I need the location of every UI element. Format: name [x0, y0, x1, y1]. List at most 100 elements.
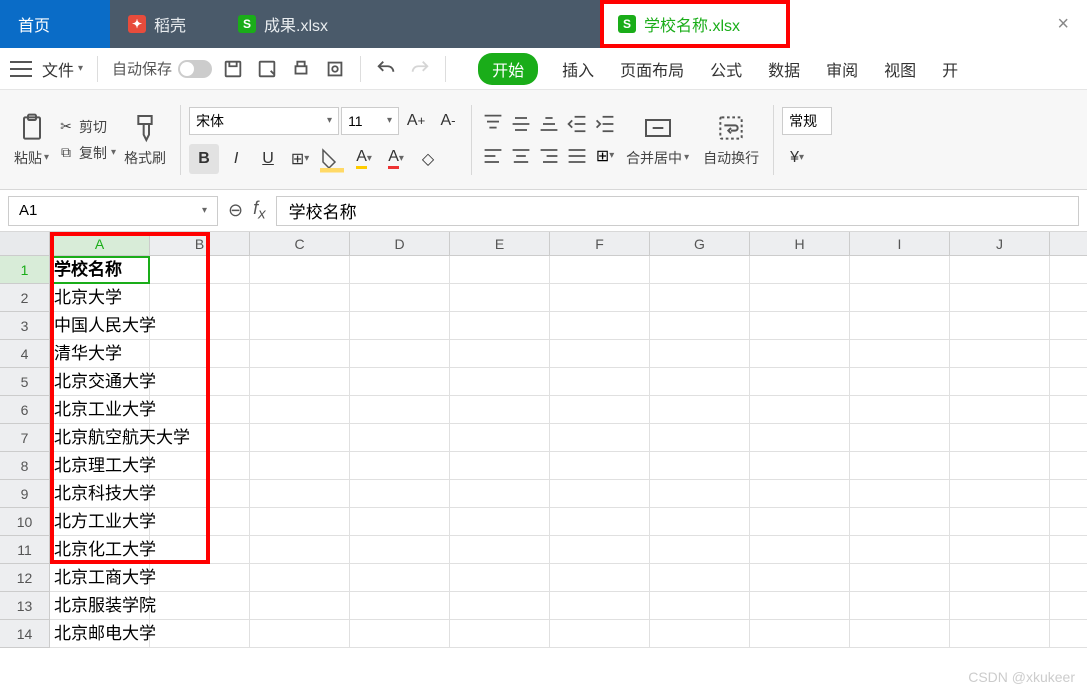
cell-D12[interactable]: [350, 564, 450, 591]
cell-E4[interactable]: [450, 340, 550, 367]
cell-F13[interactable]: [550, 592, 650, 619]
hamburger-icon[interactable]: [10, 61, 32, 77]
cells-area[interactable]: 学校名称北京大学中国人民大学清华大学北京交通大学北京工业大学北京航空航天大学北京…: [50, 256, 1087, 648]
cell-F4[interactable]: [550, 340, 650, 367]
cell-J8[interactable]: [950, 452, 1050, 479]
cell-H3[interactable]: [750, 312, 850, 339]
cell-I2[interactable]: [850, 284, 950, 311]
row-header-3[interactable]: 3: [0, 312, 49, 340]
cell-I10[interactable]: [850, 508, 950, 535]
row-header-13[interactable]: 13: [0, 592, 49, 620]
paste-group[interactable]: 粘贴▾: [8, 112, 55, 168]
cell-G13[interactable]: [650, 592, 750, 619]
increase-font-button[interactable]: A+: [401, 106, 431, 136]
cell-D3[interactable]: [350, 312, 450, 339]
formula-input[interactable]: 学校名称: [276, 196, 1079, 226]
cell-C12[interactable]: [250, 564, 350, 591]
row-header-2[interactable]: 2: [0, 284, 49, 312]
cell-B10[interactable]: [150, 508, 250, 535]
cell-C2[interactable]: [250, 284, 350, 311]
cell-E7[interactable]: [450, 424, 550, 451]
cell-H2[interactable]: [750, 284, 850, 311]
cell-E10[interactable]: [450, 508, 550, 535]
cell-I5[interactable]: [850, 368, 950, 395]
cell-G2[interactable]: [650, 284, 750, 311]
ribbon-tab-formula[interactable]: 公式: [708, 53, 744, 85]
cell-A1[interactable]: 学校名称: [50, 256, 150, 283]
cell-D5[interactable]: [350, 368, 450, 395]
cell-J9[interactable]: [950, 480, 1050, 507]
number-format-select[interactable]: 常规: [782, 107, 832, 135]
cell-B9[interactable]: [150, 480, 250, 507]
cell-F12[interactable]: [550, 564, 650, 591]
cell-J6[interactable]: [950, 396, 1050, 423]
decrease-indent-button[interactable]: [564, 112, 590, 136]
format-painter-button[interactable]: 格式刷: [118, 112, 172, 168]
cell-F11[interactable]: [550, 536, 650, 563]
cell-G3[interactable]: [650, 312, 750, 339]
column-header-G[interactable]: G: [650, 232, 750, 255]
cell-F5[interactable]: [550, 368, 650, 395]
align-bottom-button[interactable]: [536, 112, 562, 136]
row-header-9[interactable]: 9: [0, 480, 49, 508]
cell-E5[interactable]: [450, 368, 550, 395]
cell-F7[interactable]: [550, 424, 650, 451]
cell-H9[interactable]: [750, 480, 850, 507]
column-header-F[interactable]: F: [550, 232, 650, 255]
cell-A11[interactable]: 北京化工大学: [50, 536, 150, 563]
cell-H12[interactable]: [750, 564, 850, 591]
ribbon-tab-view[interactable]: 视图: [882, 53, 918, 85]
cell-C13[interactable]: [250, 592, 350, 619]
cell-J14[interactable]: [950, 620, 1050, 647]
cell-G14[interactable]: [650, 620, 750, 647]
cell-H8[interactable]: [750, 452, 850, 479]
cell-B6[interactable]: [150, 396, 250, 423]
cell-J2[interactable]: [950, 284, 1050, 311]
cell-H13[interactable]: [750, 592, 850, 619]
cell-E3[interactable]: [450, 312, 550, 339]
cell-H7[interactable]: [750, 424, 850, 451]
italic-button[interactable]: I: [221, 144, 251, 174]
cell-F10[interactable]: [550, 508, 650, 535]
increase-indent-button[interactable]: [592, 112, 618, 136]
cell-B3[interactable]: [150, 312, 250, 339]
cell-I6[interactable]: [850, 396, 950, 423]
cell-A12[interactable]: 北京工商大学: [50, 564, 150, 591]
tab-file2[interactable]: S 学校名称.xlsx: [600, 0, 790, 48]
align-middle-button[interactable]: [508, 112, 534, 136]
cell-E11[interactable]: [450, 536, 550, 563]
cell-D2[interactable]: [350, 284, 450, 311]
row-header-4[interactable]: 4: [0, 340, 49, 368]
cell-G6[interactable]: [650, 396, 750, 423]
fx-icon[interactable]: fx: [253, 198, 266, 223]
font-color-button[interactable]: A▾: [381, 144, 411, 174]
cell-G8[interactable]: [650, 452, 750, 479]
cell-D13[interactable]: [350, 592, 450, 619]
bold-button[interactable]: B: [189, 144, 219, 174]
row-header-7[interactable]: 7: [0, 424, 49, 452]
cell-A4[interactable]: 清华大学: [50, 340, 150, 367]
decrease-font-button[interactable]: A-: [433, 106, 463, 136]
highlight-button[interactable]: A▾: [349, 144, 379, 174]
cell-J1[interactable]: [950, 256, 1050, 283]
cell-G9[interactable]: [650, 480, 750, 507]
cell-J7[interactable]: [950, 424, 1050, 451]
cell-D1[interactable]: [350, 256, 450, 283]
cell-F1[interactable]: [550, 256, 650, 283]
cell-G4[interactable]: [650, 340, 750, 367]
column-header-B[interactable]: B: [150, 232, 250, 255]
cell-F3[interactable]: [550, 312, 650, 339]
cell-B14[interactable]: [150, 620, 250, 647]
cell-I11[interactable]: [850, 536, 950, 563]
row-header-12[interactable]: 12: [0, 564, 49, 592]
cell-G11[interactable]: [650, 536, 750, 563]
cell-G12[interactable]: [650, 564, 750, 591]
cell-I7[interactable]: [850, 424, 950, 451]
font-size-select[interactable]: 11▾: [341, 107, 399, 135]
wrap-text-button[interactable]: 自动换行: [697, 112, 765, 168]
cell-H6[interactable]: [750, 396, 850, 423]
tab-file1[interactable]: S 成果.xlsx: [220, 0, 410, 48]
cell-B12[interactable]: [150, 564, 250, 591]
cell-C7[interactable]: [250, 424, 350, 451]
cell-E12[interactable]: [450, 564, 550, 591]
